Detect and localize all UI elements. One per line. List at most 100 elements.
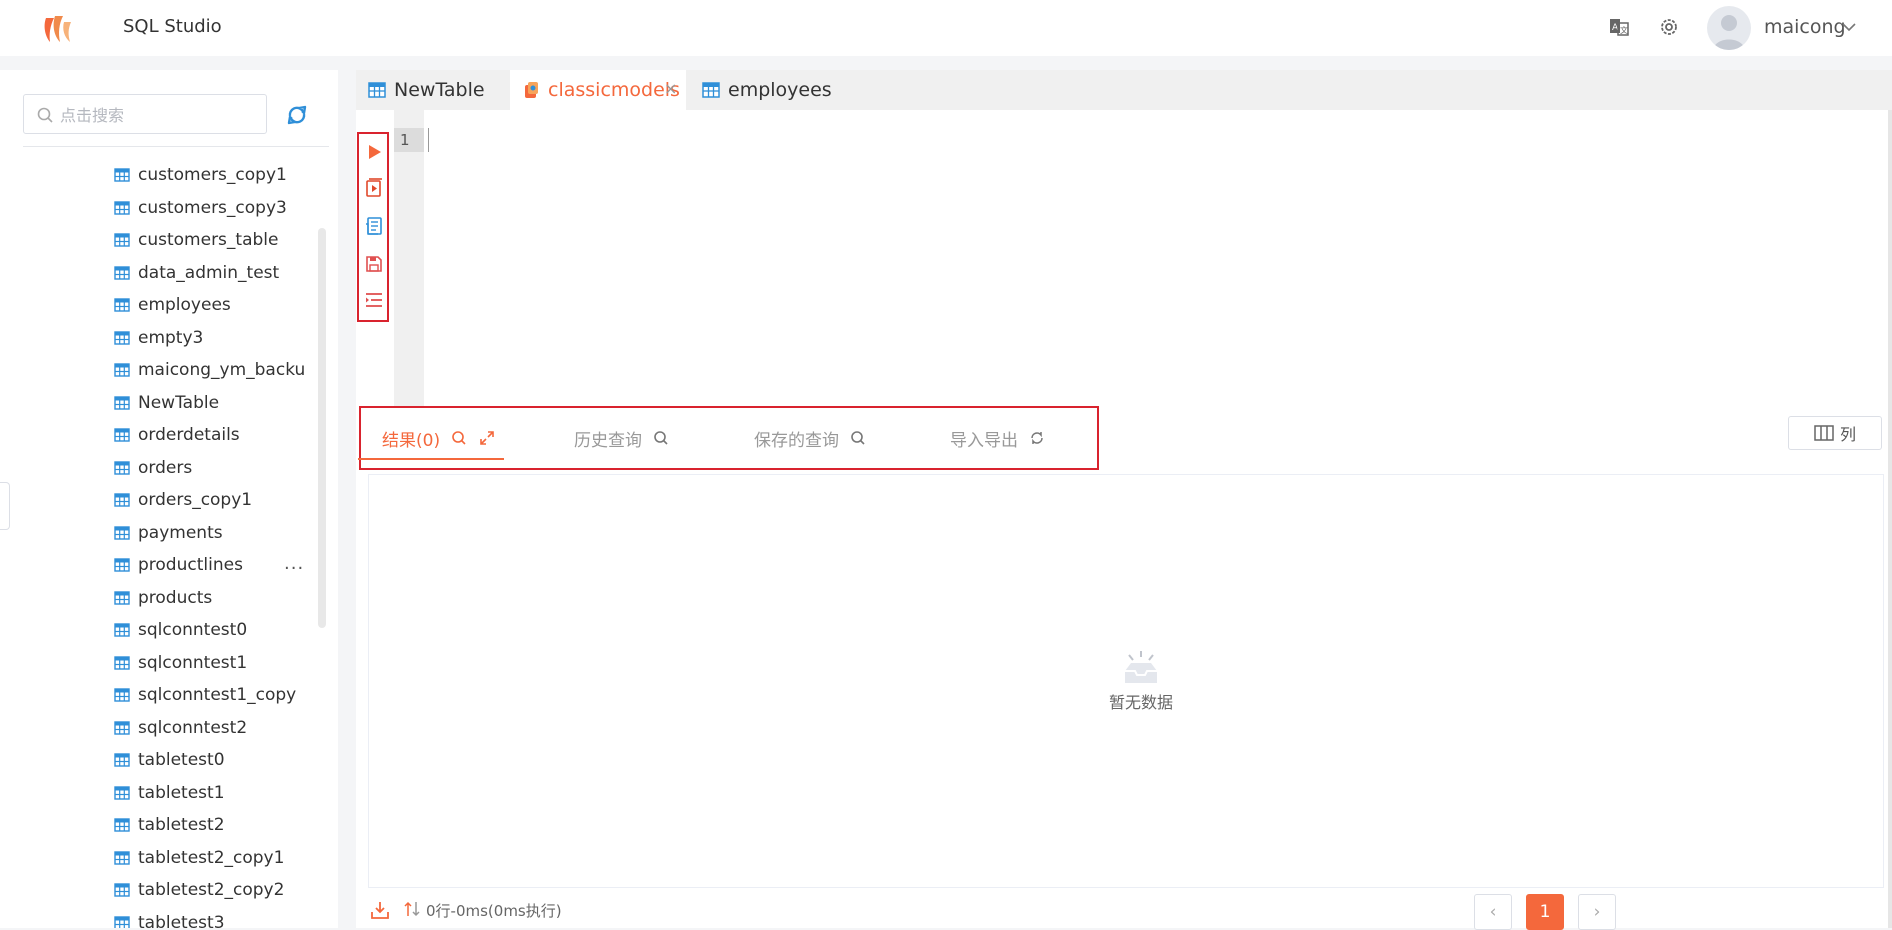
table-tree-item-label: tabletest2_copy1 [138, 847, 285, 868]
table-tree-item[interactable]: tabletest2_copy2 [114, 877, 284, 903]
expand-icon[interactable] [478, 429, 496, 447]
table-icon [114, 233, 130, 247]
table-icon [114, 493, 130, 507]
table-tree-item-label: maicong_ym_backu [138, 360, 306, 380]
page-scrollbar[interactable] [1888, 110, 1892, 928]
tab-label: NewTable [394, 79, 485, 101]
table-tree: customers_copy1 customers_copy3 customers_… [0, 162, 338, 928]
tab-saved-queries[interactable]: 保存的查询 [754, 424, 867, 452]
app-title: SQL Studio [123, 16, 222, 37]
chevron-down-icon[interactable] [1840, 18, 1858, 36]
table-tree-item[interactable]: products [114, 585, 212, 611]
indent-list-icon[interactable] [364, 290, 384, 310]
table-tree-item[interactable]: sqlconntest1 [114, 650, 247, 676]
username[interactable]: maicong [1764, 16, 1846, 38]
table-icon [114, 818, 130, 832]
table-icon [114, 200, 130, 215]
table-tree-item[interactable]: maicong_ym_backu [114, 357, 305, 383]
sidebar-divider [23, 146, 329, 147]
close-icon[interactable]: × [664, 79, 677, 98]
tab-employees[interactable]: employees [690, 70, 840, 110]
line-gutter [394, 110, 424, 406]
tab-label: classicmodels [548, 79, 680, 101]
format-sql-icon[interactable] [364, 216, 384, 236]
current-page-button[interactable]: 1 [1526, 894, 1564, 930]
search-input[interactable] [60, 103, 260, 127]
table-icon [114, 428, 130, 442]
table-tree-item[interactable]: orders_copy1 [114, 487, 252, 513]
svg-text:文: 文 [1620, 25, 1628, 35]
tab-classicmodels[interactable]: classicmodels × [510, 70, 686, 110]
table-tree-item-label: productlines [138, 555, 243, 575]
table-icon [114, 395, 130, 410]
table-tree-item-label: orders_copy1 [138, 490, 253, 510]
sidebar: customers_copy1 customers_copy3 customers_… [0, 70, 338, 928]
refresh-icon[interactable] [284, 102, 310, 128]
app-logo [44, 16, 71, 42]
table-tree-item[interactable]: orderdetails [114, 422, 240, 448]
table-icon [114, 883, 130, 897]
search-box[interactable] [23, 94, 267, 134]
table-icon [702, 82, 720, 98]
tab-bar: NewTable classicmodels × employees [356, 70, 1892, 110]
table-tree-item-label: customers_copy3 [138, 197, 287, 218]
table-tree-item[interactable]: customers_table [114, 227, 278, 253]
columns-button[interactable]: 列 [1788, 416, 1882, 450]
user-avatar[interactable] [1707, 6, 1751, 50]
table-tree-item[interactable]: customers_copy1 [114, 162, 287, 188]
refresh-icon[interactable] [1028, 429, 1046, 447]
table-tree-item-label: tabletest2 [138, 815, 225, 835]
more-options-icon[interactable]: ··· [284, 558, 304, 579]
table-tree-item-label: customers_table [138, 230, 279, 250]
table-tree-item[interactable]: sqlconntest2 [114, 715, 247, 741]
table-tree-item[interactable]: employees [114, 292, 231, 318]
table-tree-item[interactable]: data_admin_test [114, 260, 279, 286]
download-icon[interactable] [370, 900, 390, 920]
table-tree-item-label: tabletest0 [138, 750, 225, 770]
sidebar-collapse-handle[interactable] [0, 482, 10, 530]
table-tree-item[interactable]: payments [114, 520, 223, 546]
table-tree-item[interactable]: sqlconntest0 [114, 617, 247, 643]
prev-page-button[interactable]: ‹ [1474, 894, 1512, 930]
sidebar-scrollbar[interactable] [318, 228, 326, 628]
run-selected-icon[interactable] [364, 178, 384, 198]
table-tree-item[interactable]: productlines [114, 552, 243, 578]
search-icon[interactable] [652, 429, 670, 447]
tab-import-export[interactable]: 导入导出 [950, 424, 1046, 452]
search-icon[interactable] [849, 429, 867, 447]
table-icon [114, 915, 130, 928]
query-status: 0行-0ms(0ms执行) [426, 902, 562, 920]
table-tree-item[interactable]: orders [114, 455, 192, 481]
table-tree-item[interactable]: customers_copy3 [114, 195, 287, 221]
table-tree-item-label: NewTable [138, 392, 220, 413]
tab-results[interactable]: 结果(0) [382, 424, 496, 452]
table-icon [114, 298, 130, 312]
table-icon [114, 720, 130, 735]
table-tree-item[interactable]: tabletest2 [114, 812, 225, 838]
next-page-button[interactable]: › [1578, 894, 1616, 930]
tab-saved-label: 保存的查询 [754, 430, 839, 451]
table-tree-item[interactable]: NewTable [114, 390, 219, 416]
table-tree-item[interactable]: tabletest3 [114, 910, 225, 928]
table-tree-item[interactable]: sqlconntest1_copy [114, 682, 296, 708]
table-tree-item-label: sqlconntest1 [138, 652, 248, 673]
tab-history[interactable]: 历史查询 [574, 424, 670, 452]
save-icon[interactable] [364, 254, 384, 274]
translate-icon[interactable]: A 文 [1606, 14, 1632, 40]
tab-newtable[interactable]: NewTable [356, 70, 506, 110]
table-tree-item[interactable]: tabletest2_copy1 [114, 845, 284, 871]
table-icon [114, 330, 130, 345]
table-tree-item[interactable]: empty3 [114, 325, 203, 351]
table-tree-item-label: tabletest2_copy2 [138, 880, 285, 900]
active-tab-underline [358, 458, 504, 460]
sql-editor[interactable]: 1 [356, 110, 1892, 406]
database-icon [525, 82, 538, 98]
table-tree-item[interactable]: tabletest0 [114, 747, 225, 773]
run-icon[interactable] [364, 142, 384, 162]
table-icon [114, 590, 130, 605]
app-header: SQL Studio A 文 maicong [0, 0, 1892, 56]
settings-icon[interactable] [1656, 14, 1682, 40]
table-tree-item[interactable]: tabletest1 [114, 780, 225, 806]
sort-icon[interactable] [404, 900, 420, 918]
search-icon[interactable] [450, 429, 468, 447]
